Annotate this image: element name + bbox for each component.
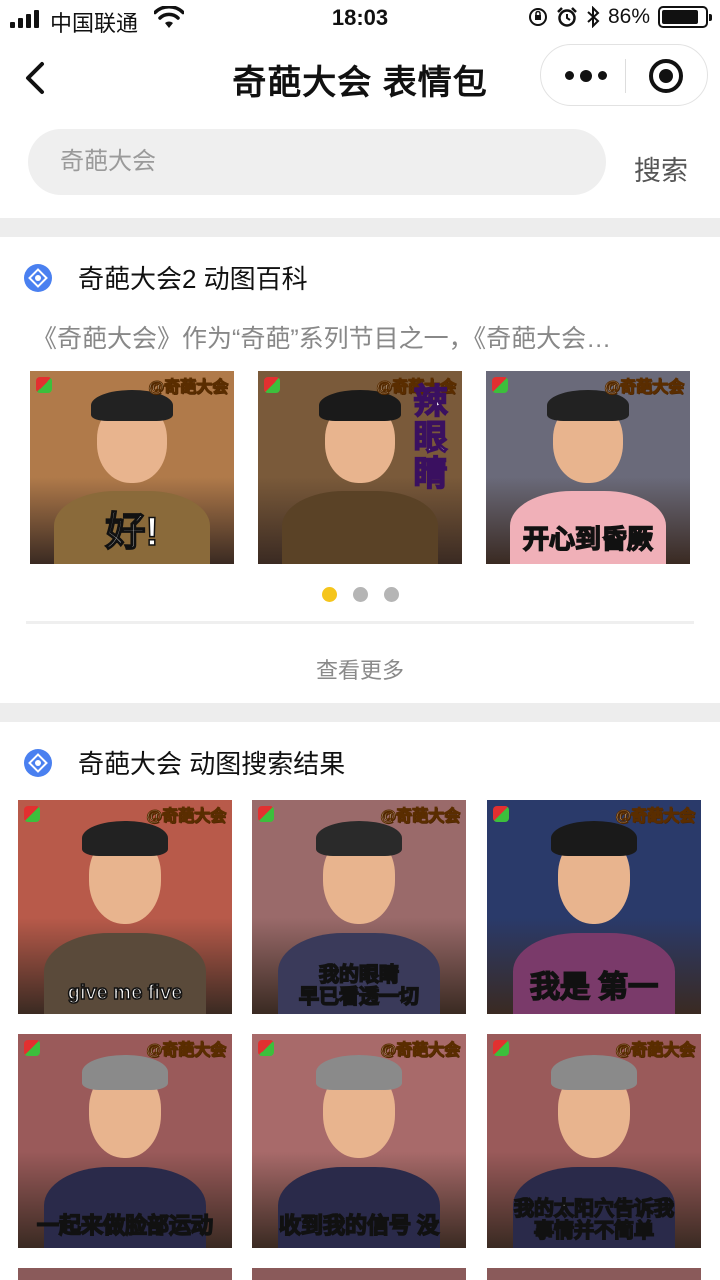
channel-badge-icon: [493, 1040, 509, 1056]
view-more-link[interactable]: 查看更多: [0, 653, 720, 685]
battery-percent: 86%: [607, 5, 650, 28]
channel-badge-icon: [258, 1040, 274, 1056]
sticker-thumbnail-partial[interactable]: [18, 1268, 232, 1280]
encyclopedia-description: 《奇葩大会》作为“奇葩”系列节目之一，《奇葩大会…: [32, 325, 612, 353]
channel-badge-icon: [493, 806, 509, 822]
pager-dot[interactable]: [352, 587, 368, 602]
encyclopedia-card: 奇葩大会2 动图百科 《奇葩大会》作为“奇葩”系列节目之一，《奇葩大会… @奇葩…: [0, 237, 720, 703]
status-bar: 中国联通 18:03 86%: [0, 0, 720, 36]
sticker-thumbnail[interactable]: @奇葩大会开心到昏厥: [486, 371, 690, 564]
card-divider: [26, 621, 694, 624]
person-hair: [82, 1055, 168, 1090]
alarm-icon: [557, 7, 577, 27]
watermark-text: @奇葩大会: [146, 808, 227, 826]
channel-badge-icon: [24, 1040, 40, 1056]
sticker-thumbnail[interactable]: @奇葩大会 辣眼睛: [258, 371, 462, 564]
sticker-caption: 我的太阳穴告诉我 事情并不简单: [513, 1197, 675, 1243]
sticker-logo-icon: [24, 263, 52, 292]
person-hair: [82, 821, 168, 856]
sticker-thumbnail[interactable]: @奇葩大会 give me five: [18, 800, 232, 1014]
battery-icon: [658, 6, 712, 28]
close-target-icon[interactable]: [649, 59, 683, 93]
sticker-thumbnail[interactable]: @奇葩大会我的太阳穴告诉我 事情并不简单: [487, 1034, 701, 1248]
sticker-thumbnail[interactable]: @奇葩大会我的眼睛 早已看透一切: [252, 800, 466, 1014]
sticker-caption: 一起来做脸部运动: [36, 1212, 214, 1238]
person-hair: [316, 1055, 402, 1090]
more-options-icon[interactable]: [565, 69, 607, 82]
person-body: [282, 490, 438, 564]
search-button[interactable]: 搜索: [634, 149, 688, 188]
carousel-pager: [0, 587, 720, 602]
pager-dot[interactable]: [321, 587, 337, 602]
orientation-lock-icon: [528, 8, 547, 26]
card-header: 奇葩大会 动图搜索结果: [24, 744, 345, 781]
sticker-thumbnail[interactable]: @奇葩大会好!: [30, 371, 234, 564]
capsule-divider: [625, 59, 626, 93]
channel-badge-icon: [264, 377, 280, 393]
channel-badge-icon: [492, 377, 508, 393]
watermark-text: @奇葩大会: [615, 1042, 696, 1060]
card-header[interactable]: 奇葩大会2 动图百科: [24, 259, 308, 296]
sticker-caption: 开心到昏厥: [522, 524, 654, 555]
sticker-thumbnail-partial[interactable]: [252, 1268, 466, 1280]
person-hair: [551, 1055, 637, 1090]
channel-badge-icon: [24, 806, 40, 822]
bluetooth-icon: [587, 6, 600, 28]
watermark-text: @奇葩大会: [148, 379, 229, 397]
search-bar: 搜索: [0, 116, 720, 218]
channel-badge-icon: [36, 377, 52, 393]
person-hair: [551, 821, 637, 856]
person-hair: [316, 821, 402, 856]
watermark-text: @奇葩大会: [380, 1042, 461, 1060]
mini-program-capsule: [540, 44, 708, 106]
watermark-text: @奇葩大会: [146, 1042, 227, 1060]
results-card: 奇葩大会 动图搜索结果 @奇葩大会 give me five @奇葩大会 我的眼睛 早…: [0, 722, 720, 1280]
nav-bar: 奇葩大会 表情包: [0, 36, 720, 116]
channel-badge-icon: [258, 806, 274, 822]
watermark-text: @奇葩大会: [615, 808, 696, 826]
sticker-caption: 我的眼睛 早已看透一切: [298, 963, 420, 1009]
search-input[interactable]: [28, 129, 606, 195]
encyclopedia-title: 奇葩大会2 动图百科: [78, 264, 308, 294]
sticker-thumbnail[interactable]: @奇葩大会收到我的信号 没: [252, 1034, 466, 1248]
watermark-text: @奇葩大会: [380, 808, 461, 826]
sticker-thumbnail[interactable]: @奇葩大会我是 第一: [487, 800, 701, 1014]
sticker-caption: 好!: [105, 509, 160, 555]
pager-dot[interactable]: [383, 587, 399, 602]
results-title: 奇葩大会 动图搜索结果: [78, 749, 346, 779]
sticker-caption: 我是 第一: [529, 970, 659, 1005]
sticker-thumbnail-partial[interactable]: [487, 1268, 701, 1280]
sticker-thumbnail[interactable]: @奇葩大会一起来做脸部运动: [18, 1034, 232, 1248]
sticker-logo-icon: [24, 748, 52, 777]
sticker-caption: 辣眼睛: [407, 382, 447, 492]
search-box[interactable]: [28, 129, 606, 195]
sticker-caption: give me five: [67, 981, 183, 1005]
sticker-caption: 收到我的信号 没: [278, 1212, 440, 1238]
watermark-text: @奇葩大会: [604, 379, 685, 397]
